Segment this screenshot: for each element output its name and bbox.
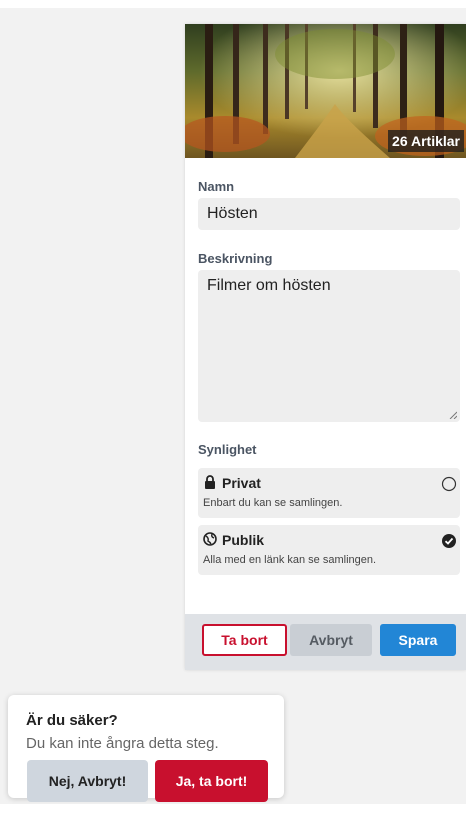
panel-footer: Ta bort Avbryt Spara: [185, 614, 466, 670]
globe-icon: [203, 532, 217, 546]
description-textarea[interactable]: Filmer om hösten: [198, 270, 460, 422]
description-text: Filmer om hösten: [207, 277, 331, 294]
option-title: Privat: [222, 475, 261, 491]
cancel-button[interactable]: Avbryt: [290, 624, 372, 656]
collection-cover-image: 26 Artiklar: [185, 24, 466, 158]
description-label: Beskrivning: [198, 251, 273, 266]
option-description: Alla med en länk kan se samlingen.: [203, 554, 377, 566]
radio-unselected-icon[interactable]: [441, 476, 457, 492]
top-bar: [0, 0, 466, 8]
article-count-badge: 26 Artiklar: [388, 130, 464, 152]
confirm-delete-popover: Är du säker? Nej, Avbryt! Ja, ta bort! D…: [8, 695, 284, 802]
lock-icon: [205, 475, 215, 489]
visibility-label: Synlighet: [198, 442, 257, 457]
name-label: Namn: [198, 179, 235, 194]
visibility-option-private[interactable]: Privat Enbart du kan se samlingen.: [198, 468, 460, 518]
save-button[interactable]: Spara: [380, 624, 456, 656]
option-description: Enbart du kan se samlingen.: [203, 497, 343, 509]
confirm-no-button[interactable]: Nej, Avbryt!: [27, 760, 148, 802]
edit-collection-panel: 26 Artiklar Namn Hösten Beskrivning Film…: [185, 24, 466, 670]
option-title: Publik: [222, 532, 265, 548]
confirm-message: Du kan inte ångra detta steg.: [26, 735, 219, 752]
delete-button[interactable]: Ta bort: [202, 624, 287, 656]
bottom-bar: [0, 804, 466, 826]
resize-grip-icon[interactable]: [449, 411, 457, 419]
confirm-title: Är du säker?: [26, 712, 118, 729]
visibility-option-public[interactable]: Publik Alla med en länk kan se samlingen…: [198, 525, 460, 575]
name-input[interactable]: Hösten: [198, 198, 460, 230]
confirm-yes-button[interactable]: Ja, ta bort!: [155, 760, 268, 802]
check-circle-icon[interactable]: [441, 533, 457, 549]
